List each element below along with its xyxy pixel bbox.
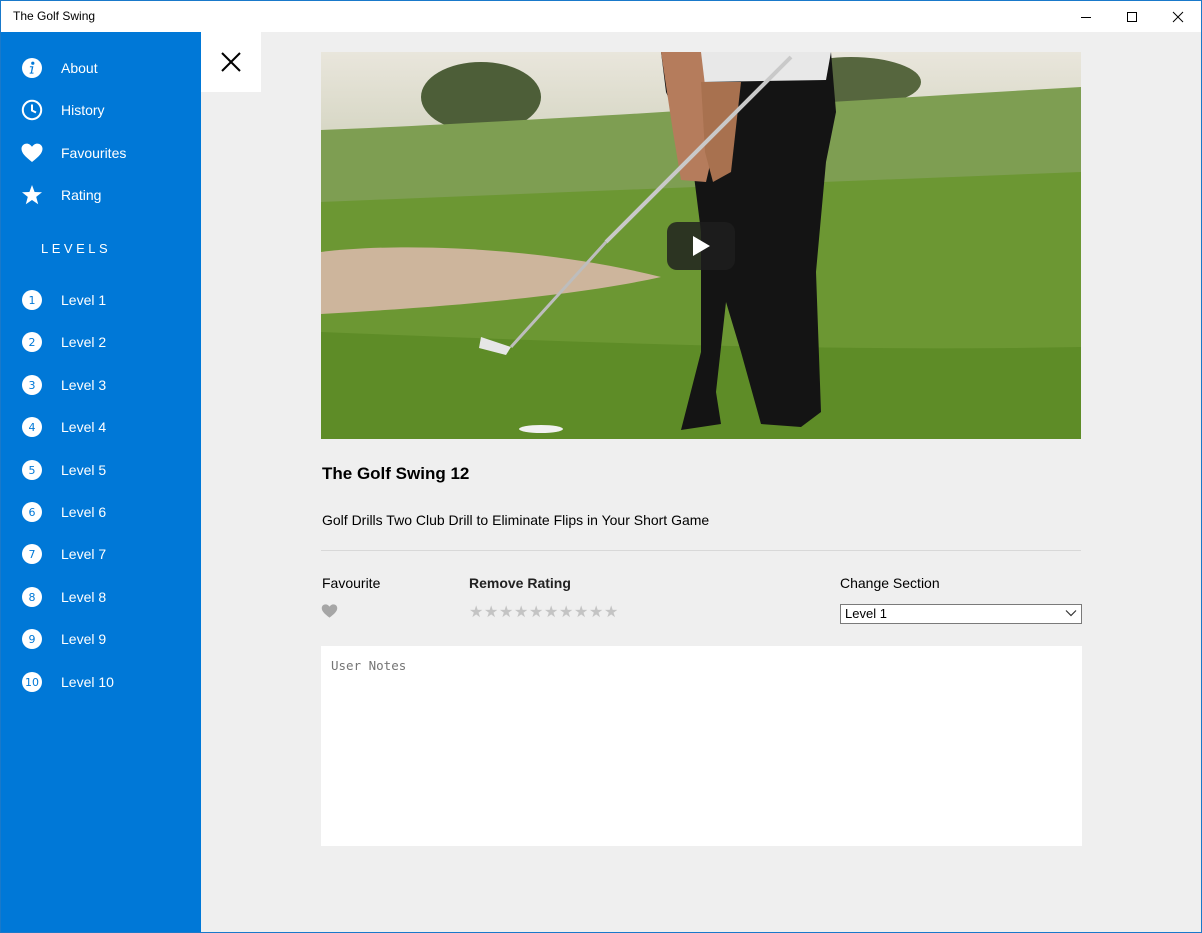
video-description: Golf Drills Two Club Drill to Eliminate … [322, 512, 710, 528]
number-3-icon: 3 [21, 374, 43, 396]
play-button[interactable] [667, 222, 735, 270]
number-5-icon: 5 [21, 459, 43, 481]
sidebar-item-level-9[interactable]: 9 Level 9 [1, 620, 201, 658]
minimize-button[interactable] [1063, 1, 1109, 32]
star-icon[interactable]: ★ [559, 603, 574, 621]
number-1-icon: 1 [21, 289, 43, 311]
sidebar-item-favourites[interactable]: Favourites [1, 134, 201, 172]
maximize-icon [1127, 11, 1137, 22]
favourite-label: Favourite [322, 575, 381, 591]
number-2-icon: 2 [21, 331, 43, 353]
app-window: The Golf Swing About History Favourites … [0, 0, 1202, 933]
levels-heading: LEVELS [41, 241, 112, 256]
video-title: The Golf Swing 12 [322, 464, 470, 483]
number-6-icon: 6 [21, 501, 43, 523]
heart-icon [321, 604, 338, 618]
number-7-icon: 7 [21, 543, 43, 565]
star-icon[interactable]: ★ [544, 603, 559, 621]
star-icon[interactable]: ★ [469, 603, 484, 621]
star-icon[interactable]: ★ [589, 603, 604, 621]
sidebar-item-level-3[interactable]: 3 Level 3 [1, 366, 201, 404]
remove-rating-button[interactable]: Remove Rating [469, 575, 571, 591]
sidebar-item-level-1[interactable]: 1 Level 1 [1, 281, 201, 319]
sidebar-item-level-5[interactable]: 5 Level 5 [1, 451, 201, 489]
star-icon[interactable]: ★ [529, 603, 544, 621]
star-rating[interactable]: ★ ★ ★ ★ ★ ★ ★ ★ ★ ★ [469, 603, 619, 621]
sidebar-item-label: Level 8 [61, 589, 107, 605]
star-icon[interactable]: ★ [484, 603, 499, 621]
sidebar-item-label: Level 2 [61, 334, 107, 350]
sidebar-item-level-6[interactable]: 6 Level 6 [1, 493, 201, 531]
section-selected-value: Level 1 [845, 606, 887, 621]
star-icon[interactable]: ★ [514, 603, 529, 621]
close-icon [1172, 11, 1184, 22]
user-notes-field[interactable] [321, 646, 1082, 846]
sidebar-item-level-8[interactable]: 8 Level 8 [1, 578, 201, 616]
sidebar-item-level-4[interactable]: 4 Level 4 [1, 408, 201, 446]
close-pane-button[interactable] [201, 32, 261, 92]
number-4-icon: 4 [21, 416, 43, 438]
sidebar-item-label: Rating [61, 187, 102, 203]
sidebar-item-label: About [61, 60, 98, 76]
sidebar-item-label: Level 10 [61, 674, 114, 690]
star-icon [21, 184, 43, 206]
sidebar: About History Favourites Rating LEVELS 1… [1, 32, 201, 932]
change-section-label: Change Section [840, 575, 940, 591]
number-9-icon: 9 [21, 628, 43, 650]
sidebar-item-label: Level 5 [61, 462, 107, 478]
sidebar-item-level-10[interactable]: 10 Level 10 [1, 663, 201, 701]
sidebar-item-label: Level 9 [61, 631, 107, 647]
number-8-icon: 8 [21, 586, 43, 608]
favourite-toggle[interactable] [321, 604, 338, 623]
sidebar-item-level-7[interactable]: 7 Level 7 [1, 535, 201, 573]
sidebar-item-history[interactable]: History [1, 91, 201, 129]
clock-icon [21, 99, 43, 121]
star-icon[interactable]: ★ [499, 603, 514, 621]
sidebar-item-label: History [61, 102, 105, 118]
star-icon[interactable]: ★ [574, 603, 589, 621]
section-select[interactable]: Level 1 [840, 604, 1082, 624]
title-bar: The Golf Swing [1, 1, 1201, 32]
sidebar-item-label: Favourites [61, 145, 127, 161]
number-10-icon: 10 [21, 671, 43, 693]
sidebar-item-rating[interactable]: Rating [1, 176, 201, 214]
close-window-button[interactable] [1155, 1, 1201, 32]
chevron-down-icon [1065, 610, 1077, 617]
sidebar-item-about[interactable]: About [1, 49, 201, 87]
heart-icon [21, 142, 43, 164]
sidebar-item-label: Level 3 [61, 377, 107, 393]
sidebar-item-label: Level 6 [61, 504, 107, 520]
star-icon[interactable]: ★ [604, 603, 619, 621]
maximize-button[interactable] [1109, 1, 1155, 32]
minimize-icon [1081, 16, 1091, 18]
info-icon [21, 57, 43, 79]
play-icon [693, 236, 710, 256]
divider [321, 550, 1081, 551]
sidebar-item-label: Level 1 [61, 292, 107, 308]
sidebar-item-label: Level 4 [61, 419, 107, 435]
video-player[interactable] [321, 52, 1081, 439]
sidebar-item-label: Level 7 [61, 546, 107, 562]
window-title: The Golf Swing [13, 9, 96, 23]
sidebar-item-level-2[interactable]: 2 Level 2 [1, 323, 201, 361]
close-icon [221, 52, 241, 72]
